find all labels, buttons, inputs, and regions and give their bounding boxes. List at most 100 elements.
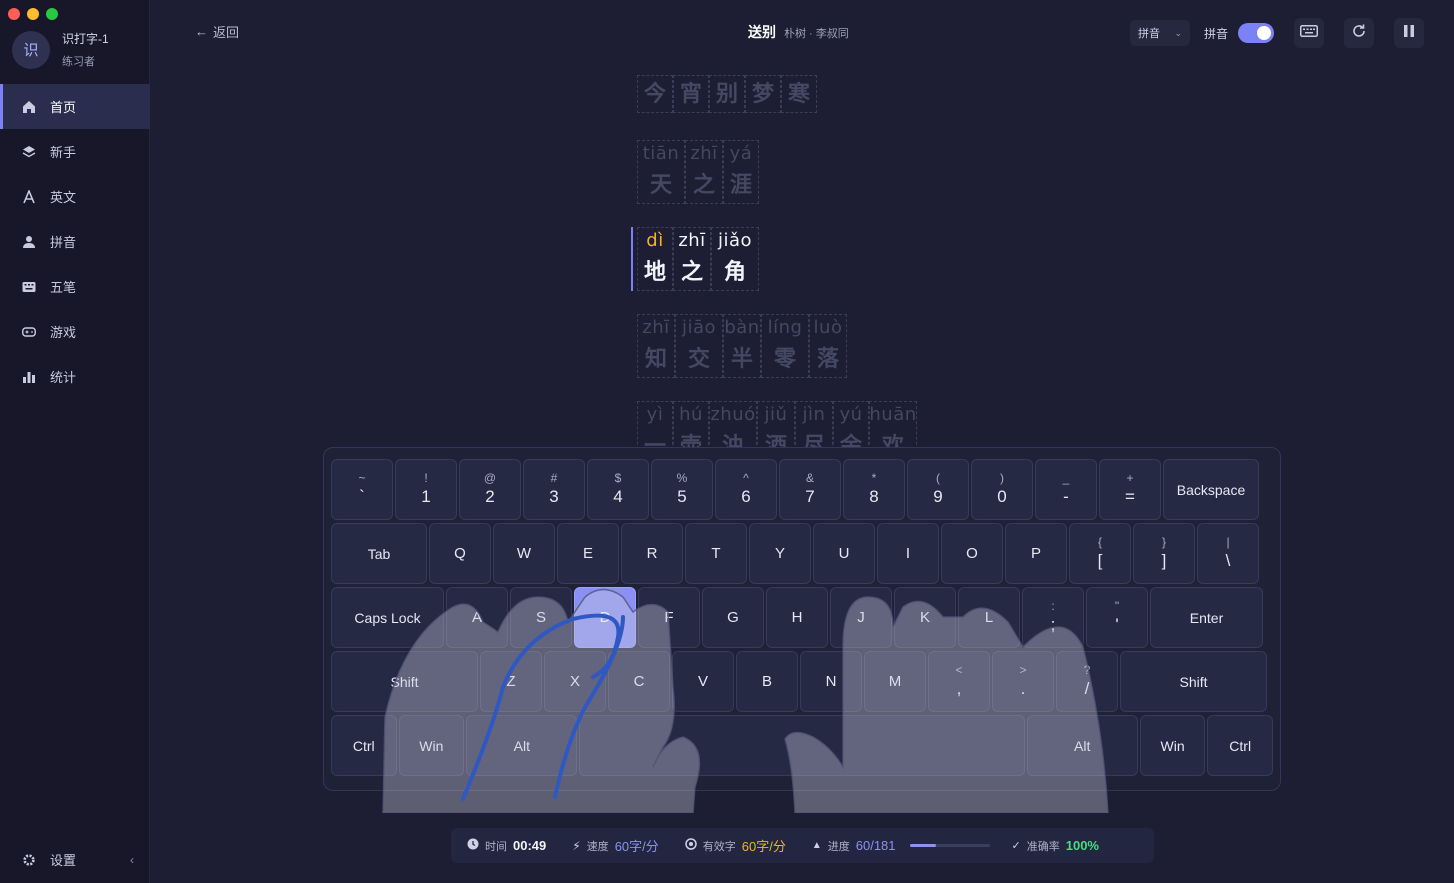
pinyin-text: jiǔ bbox=[764, 404, 788, 425]
key-caps-lock[interactable]: Caps Lock bbox=[331, 587, 444, 648]
progress-value: 60/181 bbox=[855, 838, 896, 853]
key-[interactable]: }] bbox=[1133, 523, 1195, 584]
key-8[interactable]: * 8 bbox=[843, 459, 905, 520]
key-j[interactable]: J bbox=[830, 587, 892, 648]
key-q[interactable]: Q bbox=[429, 523, 491, 584]
key-5[interactable]: % 5 bbox=[651, 459, 713, 520]
key-d[interactable]: D bbox=[574, 587, 636, 648]
key-win[interactable]: Win bbox=[1139, 715, 1206, 776]
key-backspace[interactable]: Backspace bbox=[1163, 459, 1259, 520]
user-profile[interactable]: 识 识打字-1 练习者 bbox=[12, 30, 109, 69]
key-k[interactable]: K bbox=[894, 587, 956, 648]
window-controls bbox=[8, 8, 58, 20]
sidebar-item-4[interactable]: 五笔 bbox=[0, 264, 150, 309]
key-t[interactable]: T bbox=[685, 523, 747, 584]
sidebar-item-0[interactable]: 首页 bbox=[0, 84, 150, 129]
key-[interactable]: >. bbox=[992, 651, 1054, 712]
key-u[interactable]: U bbox=[813, 523, 875, 584]
key-win[interactable]: Win bbox=[398, 715, 465, 776]
key-9[interactable]: (9 bbox=[907, 459, 969, 520]
maximize-window-button[interactable] bbox=[46, 8, 58, 20]
key-[interactable]: {[ bbox=[1069, 523, 1131, 584]
key-r[interactable]: R bbox=[621, 523, 683, 584]
key-label: [ bbox=[1097, 550, 1103, 570]
keyboard-toggle-button[interactable] bbox=[1294, 18, 1324, 48]
hanzi-text: 地 bbox=[643, 259, 666, 284]
poem-line: 今宵别梦寒 bbox=[637, 75, 817, 113]
key-ctrl[interactable]: Ctrl bbox=[1207, 715, 1273, 776]
key-1[interactable]: ! 1 bbox=[395, 459, 457, 520]
key-[interactable]: <, bbox=[928, 651, 990, 712]
key-4[interactable]: $4 bbox=[587, 459, 649, 520]
key-enter[interactable]: Enter bbox=[1150, 587, 1263, 648]
key-i[interactable]: I bbox=[877, 523, 939, 584]
key-p[interactable]: P bbox=[1005, 523, 1067, 584]
poem-char-cell: yá 涯 bbox=[723, 140, 759, 204]
sidebar-item-1[interactable]: 新手 bbox=[0, 129, 150, 174]
sidebar-item-label: 新手 bbox=[50, 145, 77, 160]
key-shift-label: ? bbox=[1083, 662, 1091, 677]
key-0[interactable]: ) 0 bbox=[971, 459, 1033, 520]
pause-button[interactable] bbox=[1394, 18, 1424, 48]
key-v[interactable]: V bbox=[672, 651, 734, 712]
minimize-window-button[interactable] bbox=[27, 8, 39, 20]
key-[interactable]: ~ ` bbox=[331, 459, 393, 520]
key-3[interactable]: #3 bbox=[523, 459, 585, 520]
key-alt[interactable]: Alt bbox=[1026, 715, 1138, 776]
close-window-button[interactable] bbox=[8, 8, 20, 20]
key-g[interactable]: G bbox=[702, 587, 764, 648]
key-[interactable]: | \ bbox=[1197, 523, 1259, 584]
key-[interactable]: :; bbox=[1022, 587, 1084, 648]
key-[interactable]: _ - bbox=[1035, 459, 1097, 520]
key-w[interactable]: W bbox=[493, 523, 555, 584]
back-label: 返回 bbox=[213, 25, 240, 40]
key-[interactable]: " ' bbox=[1086, 587, 1148, 648]
pause-icon bbox=[1403, 24, 1415, 43]
keyboard-row: Caps Lock A S D F G H J K L:; " ' Enter bbox=[331, 587, 1273, 648]
key-n[interactable]: N bbox=[800, 651, 862, 712]
pinyin-text: jìn bbox=[802, 404, 826, 425]
key-shift-label: % bbox=[676, 470, 688, 485]
pinyin-toggle[interactable] bbox=[1238, 23, 1274, 43]
collapse-sidebar-icon[interactable]: ‹ bbox=[130, 853, 134, 867]
poem-char-cell: luò 落 bbox=[809, 314, 847, 378]
key-shift-label: $ bbox=[614, 470, 622, 485]
key-shift[interactable]: Shift bbox=[331, 651, 478, 712]
key-a[interactable]: A bbox=[446, 587, 508, 648]
key-2[interactable]: @2 bbox=[459, 459, 521, 520]
sidebar-item-3[interactable]: 拼音 bbox=[0, 219, 150, 264]
stat-progress: ▲ 进度 60/181 bbox=[812, 838, 896, 854]
key-e[interactable]: E bbox=[557, 523, 619, 584]
key-c[interactable]: C bbox=[608, 651, 670, 712]
key-m[interactable]: M bbox=[864, 651, 926, 712]
key-tab[interactable]: Tab bbox=[331, 523, 427, 584]
key-7[interactable]: & 7 bbox=[779, 459, 841, 520]
key-h[interactable]: H bbox=[766, 587, 828, 648]
avatar[interactable]: 识 bbox=[12, 30, 50, 69]
key-x[interactable]: X bbox=[544, 651, 606, 712]
hanzi-text: 半 bbox=[730, 346, 753, 371]
key-shift[interactable]: Shift bbox=[1120, 651, 1267, 712]
key-shift-label: & bbox=[805, 470, 814, 485]
key-6[interactable]: ^ 6 bbox=[715, 459, 777, 520]
settings-button[interactable]: 设置 ‹ bbox=[22, 850, 134, 869]
restart-button[interactable] bbox=[1344, 18, 1374, 48]
key-space[interactable] bbox=[579, 715, 1025, 776]
back-button[interactable]: ← 返回 bbox=[195, 22, 239, 41]
key-[interactable]: + = bbox=[1099, 459, 1161, 520]
key-ctrl[interactable]: Ctrl bbox=[331, 715, 397, 776]
key-z[interactable]: Z bbox=[480, 651, 542, 712]
key-shift-label: | bbox=[1226, 534, 1230, 549]
key-f[interactable]: F bbox=[638, 587, 700, 648]
key-s[interactable]: S bbox=[510, 587, 572, 648]
key-alt[interactable]: Alt bbox=[466, 715, 578, 776]
key-o[interactable]: O bbox=[941, 523, 1003, 584]
key-b[interactable]: B bbox=[736, 651, 798, 712]
input-mode-select[interactable]: 拼音 ⌄ bbox=[1129, 20, 1190, 46]
sidebar-item-6[interactable]: 统计 bbox=[0, 354, 150, 399]
key-l[interactable]: L bbox=[958, 587, 1020, 648]
key-y[interactable]: Y bbox=[749, 523, 811, 584]
key-[interactable]: ? / bbox=[1056, 651, 1118, 712]
sidebar-item-2[interactable]: 英文 bbox=[0, 174, 150, 219]
sidebar-item-5[interactable]: 游戏 bbox=[0, 309, 150, 354]
